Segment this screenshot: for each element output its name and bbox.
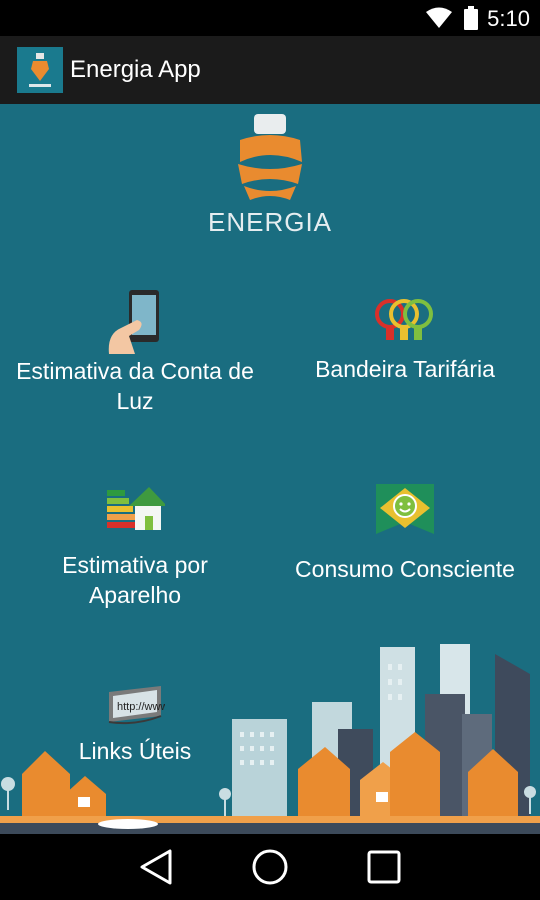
- wifi-icon: [426, 7, 452, 28]
- lightbulb-logo-icon: [29, 53, 51, 87]
- tile-label: Estimativa por Aparelho: [62, 552, 208, 608]
- tile-label: Estimativa da Conta de Luz: [16, 358, 254, 414]
- app-title: Energia App: [70, 56, 201, 83]
- app-bar: Energia App: [0, 36, 540, 104]
- tile-label: Links Úteis: [78, 738, 192, 764]
- tile-label: Bandeira Tarifária: [315, 356, 495, 382]
- tariff-flag-bulbs-icon: [375, 299, 433, 340]
- http-links-icon: http://www: [108, 686, 165, 725]
- main-content: ENERGIA Estimativa da Conta de Luz Bande…: [0, 104, 540, 834]
- phone-bill-icon: [108, 290, 159, 354]
- tile-estimativa-aparelho[interactable]: Estimativa por Aparelho: [0, 484, 270, 610]
- app-logo: [17, 47, 63, 93]
- battery-icon: [464, 6, 478, 30]
- tile-estimativa-conta[interactable]: Estimativa da Conta de Luz: [0, 290, 270, 416]
- tile-bandeira-tarifaria[interactable]: Bandeira Tarifária: [270, 294, 540, 384]
- home-icon[interactable]: [251, 848, 289, 886]
- lightbulb-brand-icon: [238, 114, 302, 200]
- navigation-bar: [0, 834, 540, 900]
- back-icon[interactable]: [138, 848, 174, 886]
- recents-icon[interactable]: [366, 848, 402, 886]
- tile-links-uteis[interactable]: http://www Links Úteis: [0, 682, 270, 766]
- status-bar: 5:10: [0, 0, 540, 36]
- brand-text: ENERGIA: [207, 207, 333, 237]
- tile-consumo-consciente[interactable]: Consumo Consciente: [270, 482, 540, 584]
- tile-label: Consumo Consciente: [295, 556, 515, 582]
- energy-rating-house-icon: [107, 487, 165, 530]
- brand-logo: ENERGIA: [0, 112, 540, 237]
- status-time: 5:10: [487, 6, 530, 31]
- svg-text:http://www: http://www: [117, 701, 165, 713]
- smiley-flag-icon: [376, 484, 434, 534]
